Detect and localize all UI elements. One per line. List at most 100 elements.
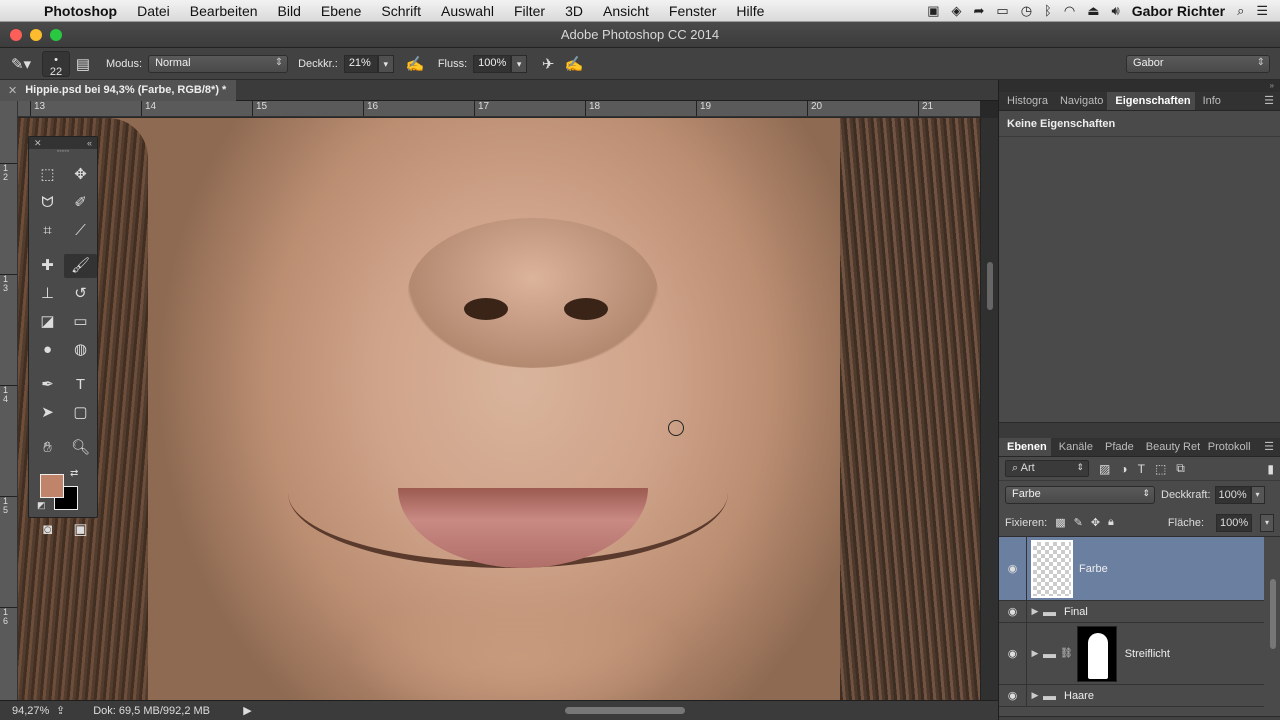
- tab-protokoll[interactable]: Protokoll: [1200, 438, 1255, 456]
- spotlight-search-icon[interactable]: ⌕: [1237, 3, 1244, 19]
- tab-navigator[interactable]: Navigato: [1052, 92, 1107, 110]
- zoom-icon[interactable]: 🔍︎: [64, 436, 97, 460]
- forward-icon[interactable]: ➦: [974, 3, 985, 19]
- filter-smartobject-icon[interactable]: ⧉: [1176, 461, 1185, 476]
- gradient-icon[interactable]: ▭: [64, 310, 97, 334]
- hand-icon[interactable]: ✋︎: [31, 436, 64, 460]
- close-window-button[interactable]: [10, 28, 22, 41]
- crop-icon[interactable]: ⌗: [31, 219, 64, 243]
- opacity-dropdown-button[interactable]: ▾: [1250, 486, 1265, 504]
- document-tab[interactable]: ✕ Hippie.psd bei 94,3% (Farbe, RGB/8*) *: [0, 79, 237, 101]
- tab-ebenen[interactable]: Ebenen: [999, 438, 1051, 456]
- path-select-icon[interactable]: ➤: [31, 401, 64, 425]
- layer-thumbnail[interactable]: [1031, 539, 1073, 598]
- quick-select-icon[interactable]: ✐: [64, 191, 97, 215]
- document-canvas[interactable]: [18, 118, 980, 700]
- tab-histogramm[interactable]: Histogra: [999, 92, 1052, 110]
- horizontal-scroll-thumb[interactable]: [565, 707, 685, 714]
- menu-fenster[interactable]: Fenster: [659, 3, 726, 19]
- layer-row-farbe[interactable]: ◉ Farbe: [999, 537, 1264, 601]
- stamp-icon[interactable]: ⊥: [31, 282, 64, 306]
- notification-list-icon[interactable]: ☰: [1256, 3, 1268, 19]
- expand-arrow-icon[interactable]: ▶: [1027, 648, 1043, 659]
- layer-name[interactable]: Streiflicht: [1125, 648, 1170, 660]
- brush-tool-preset-icon[interactable]: ✎▾: [8, 55, 34, 73]
- eyedropper-icon[interactable]: ⟋: [64, 219, 97, 243]
- fill-input[interactable]: 100%: [1216, 513, 1252, 532]
- visibility-eye-icon[interactable]: ◉: [999, 601, 1027, 622]
- fluss-dropdown-button[interactable]: ▾: [511, 54, 528, 73]
- dropbox-icon[interactable]: ◈: [952, 3, 962, 19]
- foreground-color-swatch[interactable]: [40, 474, 64, 498]
- bluetooth-icon[interactable]: ᛒ: [1044, 3, 1052, 18]
- layer-mask-thumbnail[interactable]: [1076, 625, 1117, 682]
- lock-position-icon[interactable]: ✥: [1091, 516, 1100, 529]
- modus-select[interactable]: Normal: [148, 54, 289, 73]
- pressure-opacity-icon[interactable]: ✍: [402, 55, 428, 73]
- filter-shape-icon[interactable]: ⬚: [1155, 462, 1166, 476]
- deckkr-input[interactable]: 21%: [343, 54, 378, 73]
- layer-filter-select[interactable]: ⌕ Art: [1005, 460, 1089, 477]
- tools-close-icon[interactable]: ✕: [34, 137, 42, 149]
- swap-colors-icon[interactable]: ⇄: [70, 468, 78, 479]
- menu-schrift[interactable]: Schrift: [371, 3, 431, 19]
- volume-icon[interactable]: 🔊︎: [1112, 3, 1120, 19]
- workspace-select[interactable]: Gabor: [1126, 54, 1270, 73]
- screen-record-icon[interactable]: ▣: [927, 3, 939, 19]
- horizontal-ruler[interactable]: 13 14 15 16 17 18 19 20 21: [18, 101, 980, 117]
- time-machine-icon[interactable]: ◷: [1021, 3, 1032, 19]
- blend-mode-select[interactable]: Farbe: [1005, 486, 1155, 504]
- menu-bearbeiten[interactable]: Bearbeiten: [180, 3, 268, 19]
- tab-info[interactable]: Info: [1195, 92, 1225, 110]
- export-icon[interactable]: ⇪: [56, 704, 65, 717]
- menu-ebene[interactable]: Ebene: [311, 3, 371, 19]
- layers-scrollbar[interactable]: [1268, 571, 1278, 720]
- deckkr-dropdown-button[interactable]: ▾: [377, 54, 394, 73]
- vertical-ruler[interactable]: 1 2 1 3 1 4 1 5 1 6: [0, 101, 18, 700]
- tab-kanaele[interactable]: Kanäle: [1051, 438, 1097, 456]
- dodge-icon[interactable]: ●: [31, 338, 64, 362]
- filter-toggle-icon[interactable]: ▮: [1267, 462, 1274, 476]
- status-menu-arrow-icon[interactable]: ▶: [243, 704, 251, 717]
- menu-datei[interactable]: Datei: [127, 3, 180, 19]
- menu-hilfe[interactable]: Hilfe: [726, 3, 774, 19]
- minimize-window-button[interactable]: [30, 28, 42, 41]
- visibility-eye-icon[interactable]: ◉: [999, 685, 1027, 706]
- marquee-icon[interactable]: ⬚: [31, 163, 64, 187]
- lock-transparency-icon[interactable]: ▩: [1055, 516, 1065, 529]
- lasso-icon[interactable]: ᗢ: [31, 191, 64, 215]
- screen-mode-icon[interactable]: ▣: [64, 518, 97, 542]
- menu-3d[interactable]: 3D: [555, 3, 593, 19]
- brush-icon[interactable]: 🖌︎: [64, 254, 97, 278]
- fluss-input[interactable]: 100%: [473, 54, 512, 73]
- tab-beauty-retusche[interactable]: Beauty Ret: [1138, 438, 1200, 456]
- fill-dropdown-button[interactable]: ▾: [1260, 513, 1274, 532]
- close-document-icon[interactable]: ✕: [8, 84, 17, 97]
- type-icon[interactable]: T: [64, 373, 97, 397]
- visibility-eye-icon[interactable]: ◉: [999, 623, 1027, 684]
- menu-app[interactable]: Photoshop: [34, 3, 127, 19]
- expand-arrow-icon[interactable]: ▶: [1027, 690, 1043, 701]
- airplay-icon[interactable]: ▭: [996, 3, 1008, 19]
- rectangle-icon[interactable]: ▢: [64, 401, 97, 425]
- history-brush-icon[interactable]: ↺: [64, 282, 97, 306]
- menu-ansicht[interactable]: Ansicht: [593, 3, 659, 19]
- layer-name[interactable]: Haare: [1064, 690, 1094, 702]
- tab-eigenschaften[interactable]: Eigenschaften: [1107, 92, 1195, 110]
- panel-menu-icon[interactable]: ☰: [1258, 92, 1280, 110]
- layer-row-streiflicht[interactable]: ◉ ▶ ▬ ⛓ Streiflicht: [999, 623, 1264, 685]
- menu-bild[interactable]: Bild: [268, 3, 311, 19]
- brush-preset-picker[interactable]: • 22: [42, 50, 70, 78]
- move-icon[interactable]: ✥: [64, 163, 97, 187]
- dock-collapse-icon[interactable]: »: [999, 80, 1280, 92]
- menu-auswahl[interactable]: Auswahl: [431, 3, 504, 19]
- healing-icon[interactable]: ✚: [31, 254, 64, 278]
- filter-adjustment-icon[interactable]: ◑: [1120, 462, 1127, 476]
- eject-icon[interactable]: ⏏: [1087, 3, 1099, 19]
- lock-all-icon[interactable]: 🔒︎: [1108, 516, 1114, 529]
- layer-name[interactable]: Farbe: [1079, 563, 1108, 575]
- blur-icon[interactable]: ◍: [64, 338, 97, 362]
- quick-mask-icon[interactable]: ◙: [31, 518, 64, 542]
- expand-arrow-icon[interactable]: ▶: [1027, 606, 1043, 617]
- mask-link-icon[interactable]: ⛓: [1060, 648, 1073, 659]
